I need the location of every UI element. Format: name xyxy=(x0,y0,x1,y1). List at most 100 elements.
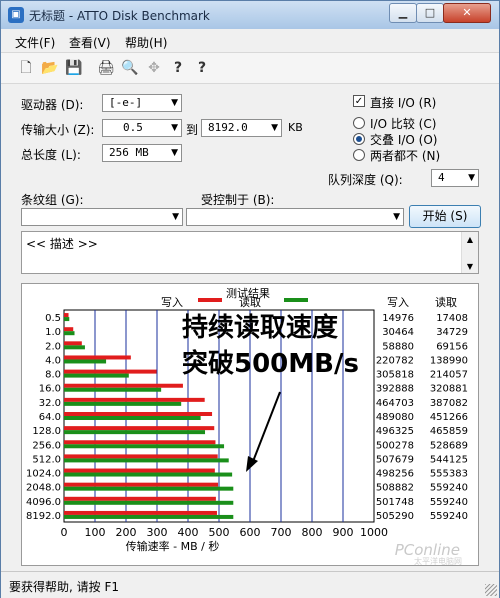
transfer-size-label: 传输大小 (Z): xyxy=(21,123,95,137)
x-tick-label: 300 xyxy=(147,526,168,539)
write-bar xyxy=(64,496,216,501)
drive-select[interactable]: [-e-] ▼ xyxy=(102,94,182,112)
y-tick-label: 2.0 xyxy=(45,341,61,352)
open-folder-icon[interactable]: 📂 xyxy=(41,59,59,77)
write-value-label: 392888 xyxy=(376,384,414,395)
legend-label-1: 读取 xyxy=(239,295,261,309)
save-icon[interactable]: 💾 xyxy=(65,59,83,77)
chevron-down-icon: ▼ xyxy=(172,212,179,222)
write-value-label: 501748 xyxy=(376,497,414,508)
io-compare-radio[interactable] xyxy=(353,117,365,129)
read-bar xyxy=(64,472,233,477)
read-bar xyxy=(64,359,107,364)
print-preview-icon[interactable]: 🔍 xyxy=(121,59,139,77)
menu-file[interactable]: 文件(F) xyxy=(15,34,55,51)
chevron-down-icon: ▼ xyxy=(393,212,400,222)
transfer-from-select[interactable]: 0.5 ▼ xyxy=(102,119,182,137)
title-bar[interactable]: ▣ 无标题 - ATTO Disk Benchmark ▁ □ ✕ xyxy=(1,1,499,29)
help-icon[interactable]: ? xyxy=(169,59,187,77)
total-length-value: 256 MB xyxy=(109,146,149,159)
legend-swatch-1 xyxy=(284,298,308,302)
write-value-label: 505290 xyxy=(376,511,414,522)
read-bar xyxy=(64,416,201,420)
write-value-label: 507679 xyxy=(376,454,414,465)
x-tick-label: 800 xyxy=(302,526,323,539)
move-icon[interactable]: ✥ xyxy=(145,59,163,77)
read-value-label: 555383 xyxy=(430,469,468,480)
description-scrollbar[interactable]: ▲ ▼ xyxy=(461,232,478,273)
read-bar xyxy=(64,514,234,519)
read-value-label: 559240 xyxy=(430,511,468,522)
close-button[interactable]: ✕ xyxy=(443,3,491,23)
y-tick-label: 1.0 xyxy=(45,327,61,338)
transfer-to-select[interactable]: 8192.0 ▼ xyxy=(201,119,282,137)
read-value-label: 528689 xyxy=(430,440,468,451)
write-bar xyxy=(64,510,217,515)
read-value-label: 387082 xyxy=(430,398,468,409)
menu-view[interactable]: 查看(V) xyxy=(69,34,111,51)
scroll-down-icon[interactable]: ▼ xyxy=(462,262,478,271)
read-value-label: 559240 xyxy=(430,497,468,508)
read-bar xyxy=(64,500,234,505)
chevron-down-icon: ▼ xyxy=(271,123,278,133)
write-bar xyxy=(64,440,216,445)
y-tick-label: 64.0 xyxy=(39,412,61,423)
start-button[interactable]: 开始 (S) xyxy=(409,205,481,228)
y-tick-label: 8192.0 xyxy=(26,511,61,522)
read-value-label: 138990 xyxy=(430,355,468,366)
y-tick-label: 4096.0 xyxy=(26,497,61,508)
neither-radio[interactable] xyxy=(353,149,365,161)
transfer-from-value: 0.5 xyxy=(123,121,143,134)
maximize-button[interactable]: □ xyxy=(416,3,444,23)
read-value-label: 465859 xyxy=(430,426,468,437)
print-icon[interactable]: 🖨 xyxy=(97,59,115,77)
write-bar xyxy=(64,369,157,374)
description-textarea[interactable]: << 描述 >> ▲ ▼ xyxy=(21,231,479,274)
y-tick-label: 0.5 xyxy=(45,313,61,324)
y-tick-label: 128.0 xyxy=(32,426,61,437)
overlap-io-radio[interactable] xyxy=(353,133,365,145)
read-value-label: 451266 xyxy=(430,412,468,423)
write-value-label: 220782 xyxy=(376,355,414,366)
app-icon: ▣ xyxy=(8,7,24,23)
write-bar xyxy=(64,482,219,487)
write-bar xyxy=(64,383,183,388)
queue-depth-select[interactable]: 4 ▼ xyxy=(431,169,479,187)
read-bar xyxy=(64,458,229,463)
read-bar xyxy=(64,444,225,449)
read-value-label: 559240 xyxy=(430,483,468,494)
write-bar xyxy=(64,355,131,360)
write-column-header: 写入 xyxy=(387,296,409,309)
read-bar xyxy=(64,486,234,491)
write-bar xyxy=(64,426,215,431)
total-length-select[interactable]: 256 MB ▼ xyxy=(102,144,182,162)
write-value-label: 30464 xyxy=(382,327,414,338)
new-file-icon[interactable]: 🗋 xyxy=(17,59,35,77)
to-label: 到 xyxy=(186,123,199,137)
results-chart: 测试结果写入 读取 写入 读取0 100 200 300 400 500 600 700 800 900… xyxy=(26,287,468,566)
neither-label: 两者都不 (N) xyxy=(370,149,441,163)
write-value-label: 14976 xyxy=(382,313,414,324)
read-bar xyxy=(64,430,206,435)
scroll-up-icon[interactable]: ▲ xyxy=(462,235,478,244)
resize-grip-icon[interactable] xyxy=(485,584,497,596)
y-tick-label: 32.0 xyxy=(39,398,61,409)
menu-help[interactable]: 帮助(H) xyxy=(125,34,167,51)
window-title: 无标题 - ATTO Disk Benchmark xyxy=(29,9,210,23)
y-tick-label: 256.0 xyxy=(32,440,61,451)
direct-io-checkbox[interactable]: ✓ xyxy=(353,95,365,107)
direct-io-label: 直接 I/O (R) xyxy=(370,96,437,110)
write-value-label: 508882 xyxy=(376,483,414,494)
minimize-button[interactable]: ▁ xyxy=(389,3,417,23)
context-help-icon[interactable]: ? xyxy=(193,59,211,77)
read-bar xyxy=(64,331,75,336)
controlled-by-select[interactable]: ▼ xyxy=(186,208,404,226)
stripe-group-select[interactable]: ▼ xyxy=(21,208,183,226)
read-column-header: 读取 xyxy=(435,295,457,309)
toolbar: 🗋 📂 💾 🖨 🔍 ✥ ? ? xyxy=(1,52,499,84)
x-tick-label: 400 xyxy=(178,526,199,539)
app-window: ▣ 无标题 - ATTO Disk Benchmark ▁ □ ✕ 文件(F) … xyxy=(0,0,500,598)
y-tick-label: 16.0 xyxy=(39,384,61,395)
write-value-label: 464703 xyxy=(376,398,414,409)
read-bar xyxy=(64,387,162,392)
